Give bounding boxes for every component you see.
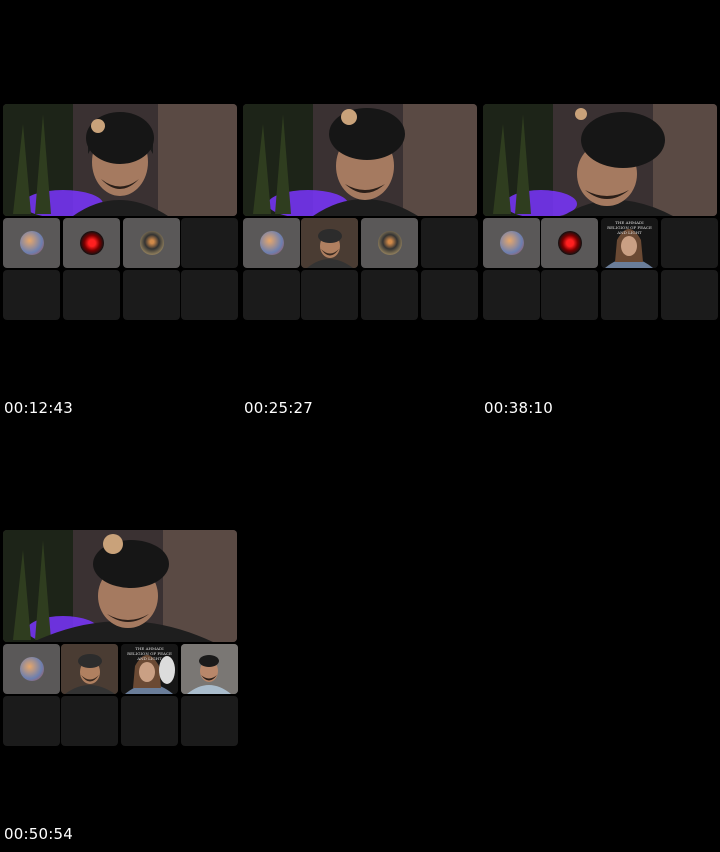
empty-tile (421, 270, 478, 320)
timestamp: 00:50:54 (4, 825, 73, 843)
man-cap-video (181, 644, 238, 694)
timestamp: 00:38:10 (484, 399, 553, 417)
participant-tile[interactable] (3, 644, 60, 694)
figure-avatar-icon (139, 231, 164, 255)
bearded-man-video (301, 218, 358, 268)
empty-tile (3, 270, 60, 320)
main-speaker-video (483, 104, 717, 216)
thumbnail-1[interactable] (3, 104, 238, 334)
participant-tile[interactable] (361, 218, 418, 268)
thumbnail-2[interactable] (243, 104, 478, 334)
participant-video-tile[interactable] (181, 644, 238, 694)
main-speaker-video (3, 530, 237, 642)
participant-tile[interactable] (483, 218, 540, 268)
empty-tile (181, 270, 238, 320)
empty-tile (181, 696, 238, 746)
video-caption: THE AHMADI RELIGION OF PEACE AND LIGHT (607, 220, 652, 235)
empty-tile (483, 270, 540, 320)
empty-tile (243, 270, 300, 320)
empty-tile (421, 218, 478, 268)
timestamp: 00:12:43 (4, 399, 73, 417)
empty-tile (123, 270, 180, 320)
colorful-avatar-icon (499, 231, 524, 255)
red-eye-avatar-icon (557, 231, 582, 255)
participant-video-tile[interactable] (301, 218, 358, 268)
colorful-avatar-icon (259, 231, 284, 255)
empty-tile (3, 696, 60, 746)
empty-tile (361, 270, 418, 320)
participant-tile[interactable] (541, 218, 598, 268)
participant-tile[interactable] (123, 218, 180, 268)
thumbnail-4[interactable]: THE AHMADI RELIGION OF PEACE AND LIGHT (3, 530, 238, 760)
red-eye-avatar-icon (79, 231, 104, 255)
main-speaker-video (3, 104, 237, 216)
empty-tile (541, 270, 598, 320)
timestamp: 00:25:27 (244, 399, 313, 417)
colorful-avatar-icon (19, 657, 44, 681)
empty-tile (121, 696, 178, 746)
participant-tile[interactable] (63, 218, 120, 268)
participant-video-tile[interactable]: THE AHMADI RELIGION OF PEACE AND LIGHT (121, 644, 178, 694)
empty-tile (661, 270, 718, 320)
empty-tile (301, 270, 358, 320)
empty-tile (601, 270, 658, 320)
thumbnail-3[interactable]: THE AHMADI RELIGION OF PEACE AND LIGHT (483, 104, 718, 334)
participant-tile[interactable] (243, 218, 300, 268)
empty-tile (61, 696, 118, 746)
colorful-avatar-icon (19, 231, 44, 255)
video-caption: THE AHMADI RELIGION OF PEACE AND LIGHT (127, 646, 172, 661)
empty-tile (63, 270, 120, 320)
participant-tile[interactable] (3, 218, 60, 268)
participant-video-tile[interactable] (61, 644, 118, 694)
main-speaker-video (243, 104, 477, 216)
empty-tile (661, 218, 718, 268)
participant-video-tile[interactable]: THE AHMADI RELIGION OF PEACE AND LIGHT (601, 218, 658, 268)
empty-tile (181, 218, 238, 268)
bearded-man-video (61, 644, 118, 694)
figure-avatar-icon (377, 231, 402, 255)
